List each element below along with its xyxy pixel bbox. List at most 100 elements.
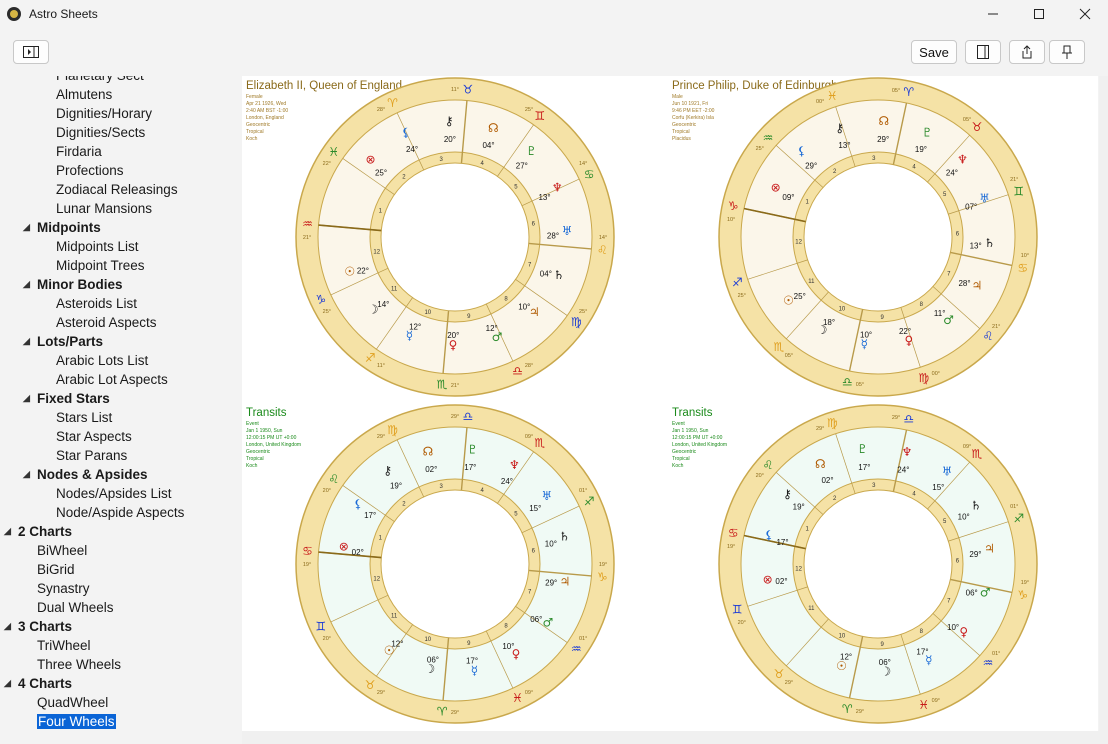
tree-group[interactable]: ◢ 3 Charts (4, 617, 72, 636)
tree-item[interactable]: Almutens (56, 85, 112, 104)
tree-item-label: Arabic Lot Aspects (56, 372, 168, 387)
cusp-degree-label: 20° (738, 620, 746, 626)
chart-wheel[interactable]: 1♋19°2♌20°3♍29°4♎29°5♏09°6♐01°7♑19°8♒01°… (717, 403, 1039, 725)
chart-wheel[interactable]: 1♒21°2♓22°3♈28°4♉11°5♊25°6♋14°7♌14°8♍25°… (294, 76, 616, 398)
horizontal-scrollbar[interactable] (242, 731, 1099, 744)
planet-degree-label: 24° (897, 465, 909, 474)
planet-degree-label: 17° (776, 538, 788, 547)
chart-title: Transits (672, 407, 713, 419)
tree-item[interactable]: BiWheel (37, 541, 87, 560)
tree-item[interactable]: QuadWheel (37, 693, 108, 712)
tree-item[interactable]: Stars List (56, 408, 112, 427)
page-layout-button[interactable] (965, 40, 1001, 64)
tree-item-label: Planetary Sect (56, 76, 144, 83)
tree-item[interactable]: Profections (56, 161, 124, 180)
page-icon (977, 45, 989, 59)
expand-arrow-icon[interactable]: ◢ (23, 465, 30, 484)
tree-group[interactable]: ◢ Midpoints (23, 218, 101, 237)
planet-glyph: ♄ (559, 530, 570, 544)
tree-item-label: 4 Charts (18, 676, 73, 691)
expand-arrow-icon[interactable]: ◢ (23, 275, 30, 294)
tree-item[interactable]: Nodes/Apsides List (56, 484, 172, 503)
zodiac-sign-glyph: ♍ (571, 315, 582, 329)
planet-glyph: ♃ (972, 279, 983, 293)
tree-item[interactable]: Midpoint Trees (56, 256, 145, 275)
zodiac-sign-glyph: ♋ (728, 526, 739, 540)
planet-glyph: ♇ (467, 442, 478, 456)
expand-arrow-icon[interactable]: ◢ (23, 332, 30, 351)
zodiac-sign-glyph: ♋ (584, 167, 595, 181)
house-number: 12 (373, 249, 380, 255)
zodiac-sign-glyph: ♉ (463, 83, 474, 97)
chart-info-line: Geocentric (246, 449, 271, 455)
pin-button[interactable] (1049, 40, 1085, 64)
planet-glyph: ☊ (815, 457, 826, 471)
cusp-degree-label: 20° (323, 636, 331, 642)
planet-glyph: ♆ (902, 445, 913, 459)
tree-item-label: Dual Wheels (37, 600, 114, 615)
tree-item[interactable]: Dual Wheels (37, 598, 114, 617)
maximize-button[interactable] (1016, 0, 1062, 28)
tree-item-label: Asteroids List (56, 296, 138, 311)
chart-wheel[interactable]: 1♋19°2♌20°3♍29°4♎29°5♏09°6♐01°7♑19°8♒01°… (294, 403, 616, 725)
planet-degree-label: 15° (529, 504, 541, 513)
zodiac-sign-glyph: ♒ (763, 131, 774, 145)
tree-item[interactable]: Synastry (37, 579, 90, 598)
tree-group[interactable]: ◢ Lots/Parts (23, 332, 103, 351)
tree-item[interactable]: Four Wheels (37, 712, 116, 731)
tree-item[interactable]: Zodiacal Releasings (56, 180, 178, 199)
tree-item[interactable]: BiGrid (37, 560, 75, 579)
tree-group[interactable]: ◢ Fixed Stars (23, 389, 110, 408)
tree-item[interactable]: Asteroid Aspects (56, 313, 157, 332)
planet-degree-label: 07° (965, 203, 977, 212)
tree-item[interactable]: Dignities/Horary (56, 104, 152, 123)
tree-item[interactable]: Firdaria (56, 142, 102, 161)
tree-item[interactable]: Three Wheels (37, 655, 121, 674)
tree-item-label: Nodes/Apsides List (56, 486, 172, 501)
tree-item[interactable]: Star Parans (56, 446, 127, 465)
chart-info-line: London, United Kingdom (246, 442, 302, 448)
tree-item[interactable]: Node/Aspide Aspects (56, 503, 184, 522)
tree-item[interactable]: TriWheel (37, 636, 91, 655)
tree-item[interactable]: Lunar Mansions (56, 199, 152, 218)
tree-item-label: Arabic Lots List (56, 353, 149, 368)
house-number: 12 (373, 576, 380, 582)
toolbar: Save (0, 28, 1108, 76)
expand-arrow-icon[interactable]: ◢ (23, 218, 30, 237)
tree-item[interactable]: Star Aspects (56, 427, 132, 446)
tree-item[interactable]: Midpoints List (56, 237, 139, 256)
zodiac-sign-glyph: ♊ (732, 603, 743, 617)
tree-group[interactable]: ◢ Nodes & Apsides (23, 465, 148, 484)
tree-item[interactable]: Asteroids List (56, 294, 137, 313)
close-icon (1079, 8, 1091, 20)
save-button[interactable]: Save (911, 40, 957, 64)
expand-arrow-icon[interactable]: ◢ (4, 674, 11, 693)
planet-glyph: ⚸ (402, 125, 411, 139)
tree-item[interactable]: Dignities/Sects (56, 123, 145, 142)
tree-item[interactable]: Arabic Lot Aspects (56, 370, 168, 389)
planet-degree-label: 17° (466, 657, 478, 666)
tree-group[interactable]: ◢ Minor Bodies (23, 275, 123, 294)
chart-wheel[interactable]: 1♑10°2♒25°3♓00°4♈05°5♉05°6♊21°7 ♋10°8♌21°… (717, 76, 1039, 398)
tree-item[interactable]: Arabic Lots List (56, 351, 148, 370)
cusp-degree-label: 00° (932, 371, 940, 377)
share-button[interactable] (1009, 40, 1045, 64)
zodiac-sign-glyph: ♐ (1013, 511, 1024, 525)
tree-group[interactable]: ◢ 4 Charts (4, 674, 73, 693)
expand-arrow-icon[interactable]: ◢ (4, 522, 11, 541)
toggle-sidebar-button[interactable] (13, 40, 49, 64)
planet-degree-label: 27° (516, 161, 528, 170)
expand-arrow-icon[interactable]: ◢ (4, 617, 11, 636)
vertical-scrollbar[interactable] (1099, 76, 1108, 744)
planet-glyph: ⚷ (783, 487, 792, 501)
tree-group[interactable]: ◢ 2 Charts (4, 522, 72, 541)
close-button[interactable] (1062, 0, 1108, 28)
expand-arrow-icon[interactable]: ◢ (23, 389, 30, 408)
zodiac-sign-glyph: ♓ (827, 89, 838, 103)
planet-glyph: ☉ (344, 264, 355, 278)
house-number: 11 (391, 614, 398, 620)
tree-item-label: Synastry (37, 581, 90, 596)
planet-degree-label: 04° (482, 141, 494, 150)
minimize-button[interactable] (970, 0, 1016, 28)
tree-item[interactable]: Planetary Sect (56, 76, 144, 85)
